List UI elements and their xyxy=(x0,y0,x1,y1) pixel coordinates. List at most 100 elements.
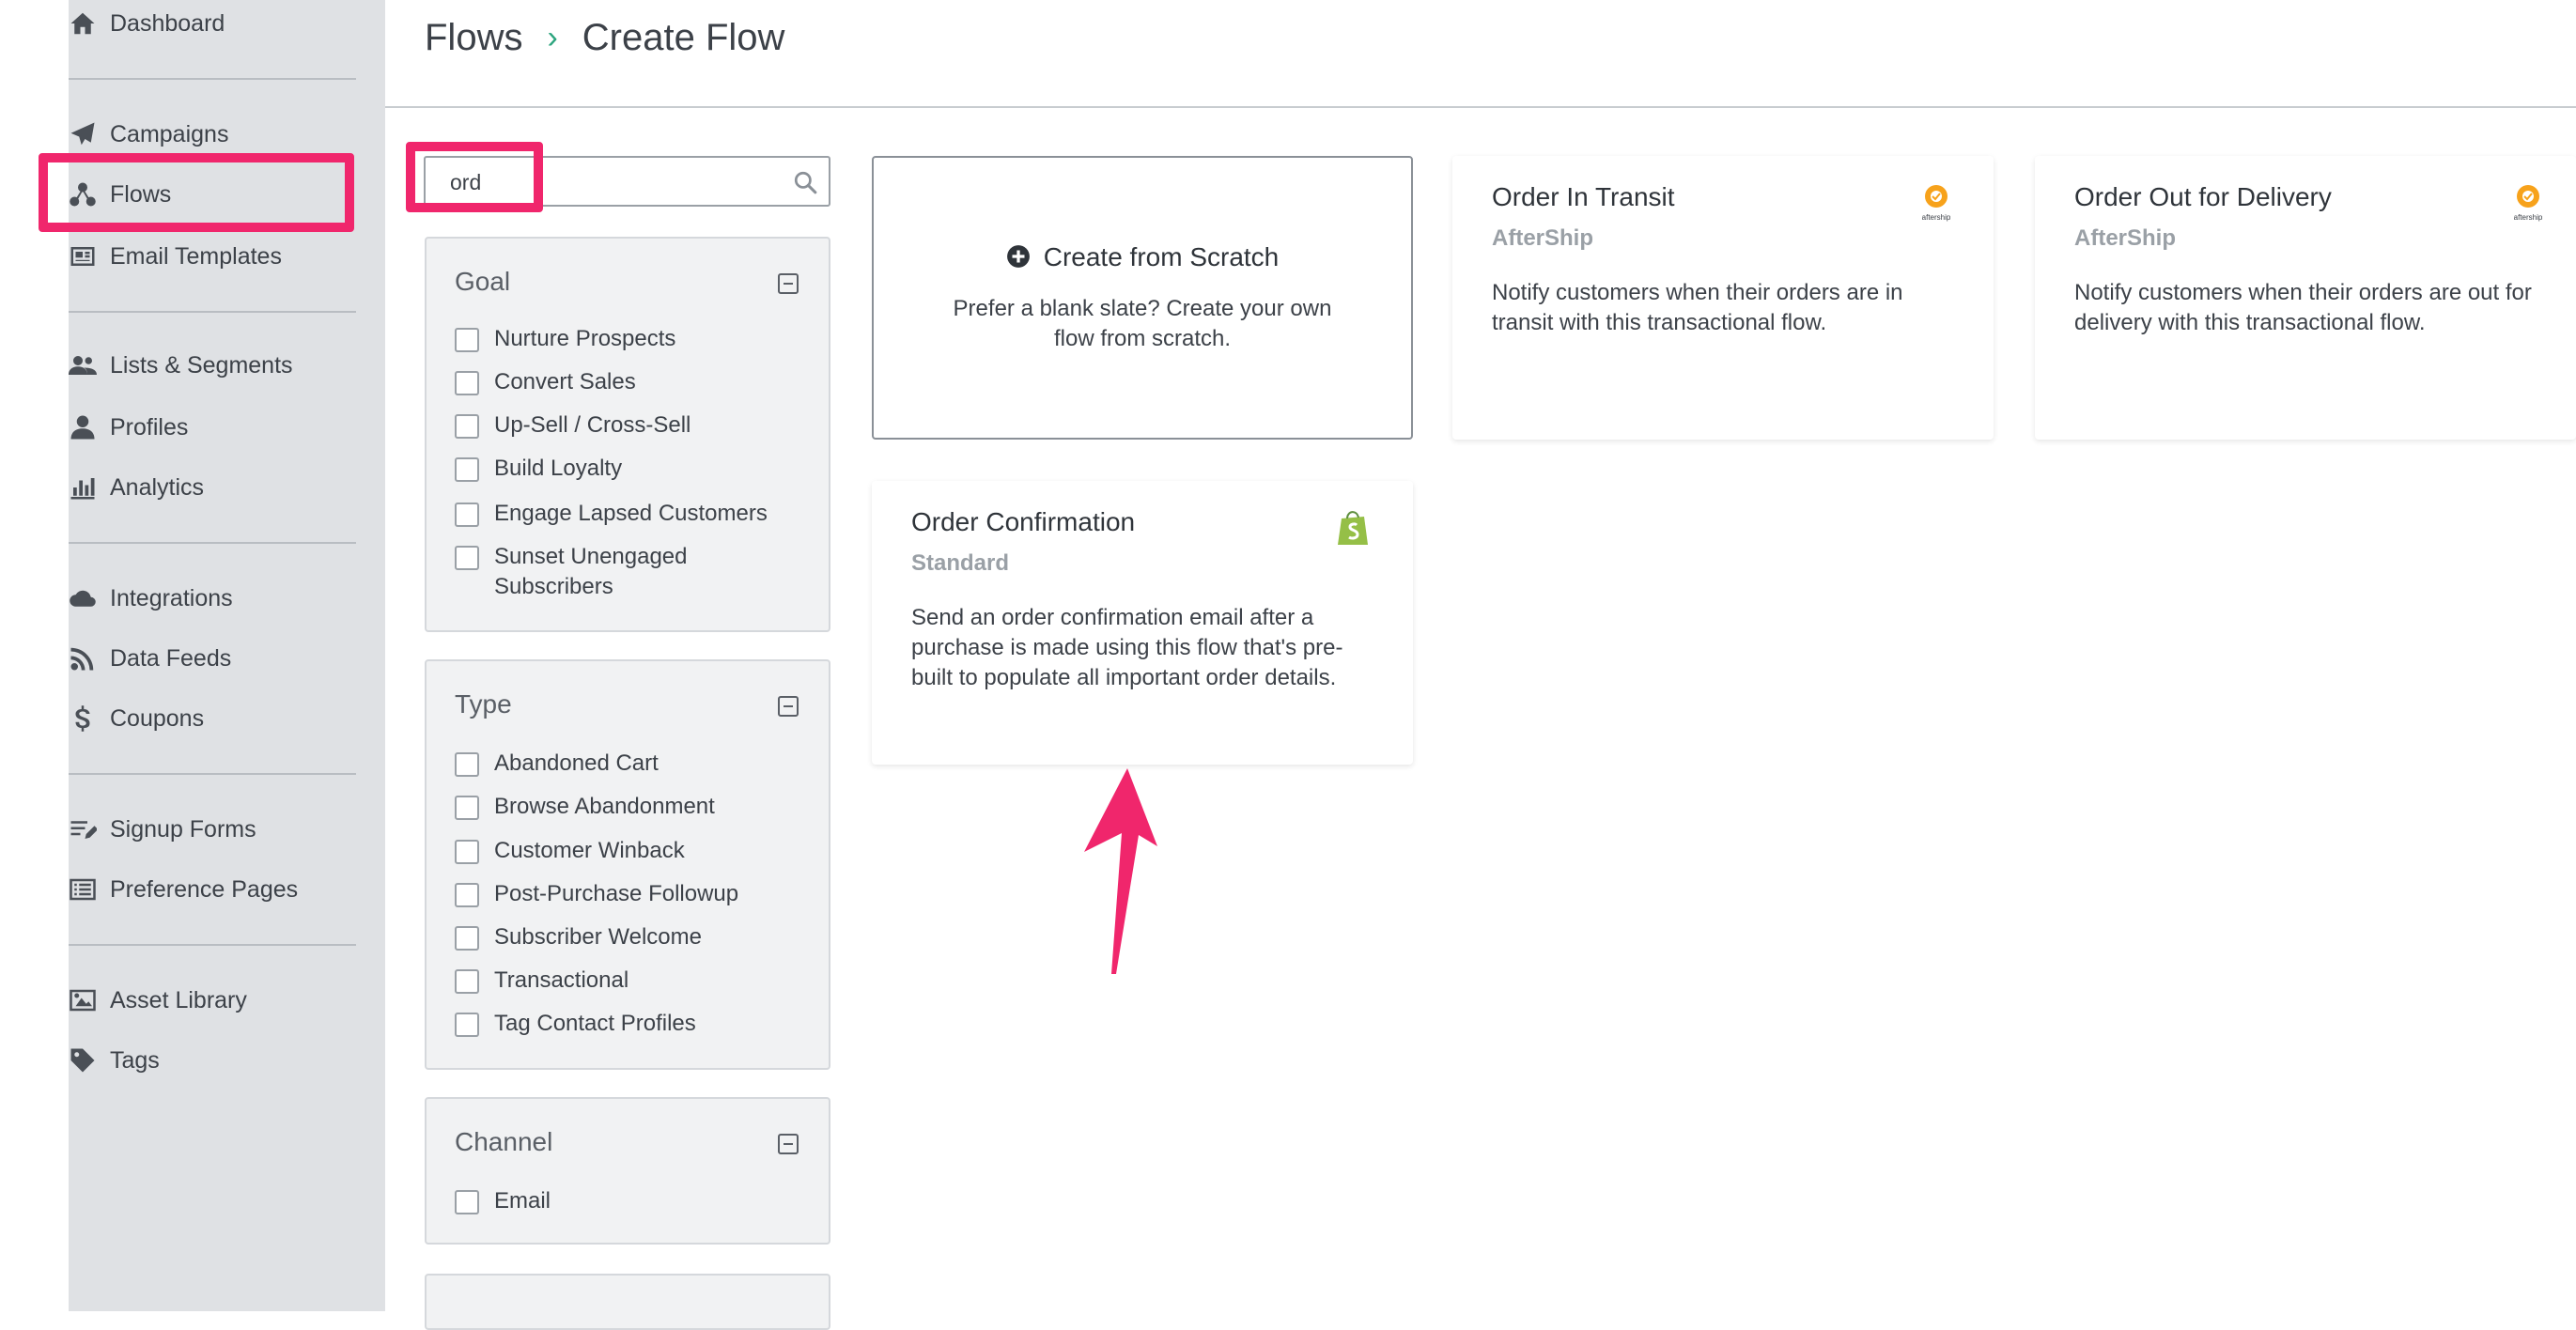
filter-option[interactable]: Tag Contact Profiles xyxy=(455,1011,696,1039)
sidebar-item-signup-forms[interactable]: Signup Forms xyxy=(69,806,369,853)
filter-option[interactable]: Convert Sales xyxy=(455,369,636,397)
aftership-logo-icon: aftership xyxy=(1922,185,1951,222)
filter-option[interactable]: Email xyxy=(455,1188,551,1216)
filter-option[interactable]: Engage Lapsed Customers xyxy=(455,501,768,529)
filter-option[interactable]: Transactional xyxy=(455,967,629,996)
checkbox[interactable] xyxy=(455,969,479,994)
search-highlight-box xyxy=(406,142,543,212)
sidebar-item-label: Preference Pages xyxy=(110,875,299,903)
card-title: Order Confirmation xyxy=(911,507,1136,536)
sidebar-item-label: Asset Library xyxy=(110,986,247,1013)
sidebar-item-label: Lists & Segments xyxy=(110,351,293,379)
goal-panel-title: Goal xyxy=(455,267,511,296)
cloud-icon xyxy=(69,584,110,612)
channel-filter-panel: Channel Email xyxy=(425,1097,830,1245)
sidebar-item-lists-segments[interactable]: Lists & Segments xyxy=(69,342,369,389)
checkbox[interactable] xyxy=(455,371,479,395)
card-description: Notify customers when their orders are i… xyxy=(1492,280,1903,335)
checkbox[interactable] xyxy=(455,546,479,570)
plus-circle-icon xyxy=(1006,245,1030,268)
sidebar-item-tags[interactable]: Tags xyxy=(69,1037,369,1084)
users-icon xyxy=(69,351,110,379)
checkbox[interactable] xyxy=(455,457,479,482)
card-title: Order In Transit xyxy=(1492,182,1675,211)
paper-plane-icon xyxy=(69,120,110,148)
filter-option-label: Email xyxy=(494,1188,551,1214)
shopify-bag-icon xyxy=(1338,511,1368,545)
aftership-logo-icon: aftership xyxy=(2514,185,2543,222)
checkbox[interactable] xyxy=(455,1013,479,1037)
filter-option-label: Transactional xyxy=(494,967,629,993)
type-panel-title: Type xyxy=(455,689,512,719)
filter-option[interactable]: Abandoned Cart xyxy=(455,750,659,779)
card-title: Order Out for Delivery xyxy=(2074,182,2332,211)
checkbox[interactable] xyxy=(455,1190,479,1214)
filter-option[interactable]: Browse Abandonment xyxy=(455,794,715,822)
sidebar-divider xyxy=(69,944,356,946)
checkbox[interactable] xyxy=(455,503,479,527)
sidebar-item-integrations[interactable]: Integrations xyxy=(69,575,369,622)
order-out-for-delivery-card[interactable]: Order Out for Delivery AfterShip Notify … xyxy=(2035,156,2576,440)
filter-option[interactable]: Build Loyalty xyxy=(455,456,622,484)
scratch-card-title-text: Create from Scratch xyxy=(1043,242,1280,271)
filter-option-label: Subscriber Welcome xyxy=(494,924,702,950)
form-icon xyxy=(69,815,110,843)
filter-option[interactable]: Subscriber Welcome xyxy=(455,924,702,952)
search-icon[interactable] xyxy=(793,170,817,194)
order-confirmation-card[interactable]: Order Confirmation Standard Send an orde… xyxy=(872,481,1413,765)
bar-chart-icon xyxy=(69,473,110,502)
home-icon xyxy=(69,9,110,38)
breadcrumb: Flows › Create Flow xyxy=(425,11,784,64)
checkbox[interactable] xyxy=(455,926,479,951)
checkbox[interactable] xyxy=(455,796,479,820)
sidebar-item-analytics[interactable]: Analytics xyxy=(69,464,369,511)
sidebar-item-data-feeds[interactable]: Data Feeds xyxy=(69,635,369,682)
card-source: AfterShip xyxy=(1492,225,1593,251)
checkbox[interactable] xyxy=(455,752,479,777)
filter-option-label: Engage Lapsed Customers xyxy=(494,501,768,526)
email-template-icon xyxy=(69,242,110,271)
breadcrumb-flows-link[interactable]: Flows xyxy=(425,17,522,59)
aftership-logo-text: aftership xyxy=(1922,213,1951,222)
card-source: Standard xyxy=(911,550,1010,576)
sidebar-item-preference-pages[interactable]: Preference Pages xyxy=(69,866,369,913)
collapse-channel-icon[interactable] xyxy=(778,1134,799,1154)
page-title: Create Flow xyxy=(582,16,785,58)
sidebar-item-label: Signup Forms xyxy=(110,815,256,843)
filter-option-label: Sunset Unengaged Subscribers xyxy=(494,544,688,599)
sidebar-divider xyxy=(69,78,356,80)
checkbox[interactable] xyxy=(455,840,479,864)
checkbox[interactable] xyxy=(455,883,479,907)
annotation-arrow-icon xyxy=(1084,768,1157,974)
filter-option[interactable]: Nurture Prospects xyxy=(455,326,675,354)
create-from-scratch-card[interactable]: Create from Scratch Prefer a blank slate… xyxy=(872,156,1413,440)
order-in-transit-card[interactable]: Order In Transit AfterShip Notify custom… xyxy=(1452,156,1994,440)
sidebar-item-dashboard[interactable]: Dashboard xyxy=(69,0,369,47)
filter-option-label: Up-Sell / Cross-Sell xyxy=(494,412,691,438)
collapse-type-icon[interactable] xyxy=(778,696,799,717)
filter-option[interactable]: Up-Sell / Cross-Sell xyxy=(455,412,691,441)
filter-option[interactable]: Customer Winback xyxy=(455,838,685,866)
sidebar-divider xyxy=(69,773,356,775)
filter-option[interactable]: Sunset Unengaged Subscribers xyxy=(455,544,710,602)
filter-option-label: Customer Winback xyxy=(494,838,685,863)
filter-option-label: Convert Sales xyxy=(494,369,636,394)
sidebar-divider xyxy=(69,311,356,313)
filter-option[interactable]: Post-Purchase Followup xyxy=(455,881,738,909)
sidebar-item-asset-library[interactable]: Asset Library xyxy=(69,977,369,1024)
sidebar-item-coupons[interactable]: Coupons xyxy=(69,695,369,742)
rss-icon xyxy=(69,644,110,673)
sidebar-item-email-templates[interactable]: Email Templates xyxy=(69,233,369,280)
sidebar-item-label: Email Templates xyxy=(110,242,282,270)
checkbox[interactable] xyxy=(455,414,479,439)
list-icon xyxy=(69,875,110,904)
sidebar-item-profiles[interactable]: Profiles xyxy=(69,404,369,451)
checkbox[interactable] xyxy=(455,328,479,352)
card-source: AfterShip xyxy=(2074,225,2176,251)
sidebar-item-campaigns[interactable]: Campaigns xyxy=(69,111,369,158)
collapse-goal-icon[interactable] xyxy=(778,273,799,294)
dollar-icon xyxy=(69,704,110,733)
breadcrumb-chevron-icon: › xyxy=(547,19,558,55)
user-icon xyxy=(69,413,110,441)
sidebar-item-label: Coupons xyxy=(110,704,205,732)
